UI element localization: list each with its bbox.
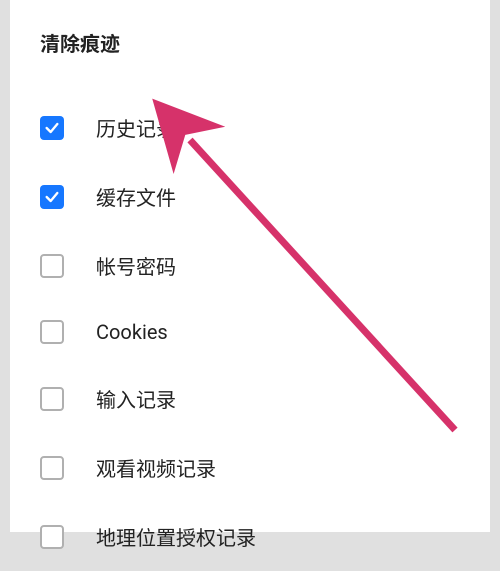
panel-title: 清除痕迹 [40,28,460,57]
checkbox-checked-icon[interactable] [40,185,64,209]
option-label: 输入记录 [96,384,176,413]
option-label: 帐号密码 [96,251,176,280]
option-row-5[interactable]: 观看视频记录 [40,433,460,502]
option-label: 地理位置授权记录 [96,522,256,551]
options-list: 历史记录缓存文件帐号密码 Cookies 输入记录观看视频记录地理位置授权记录 [40,93,460,571]
checkbox-unchecked-icon[interactable] [40,456,64,480]
checkbox-unchecked-icon[interactable] [40,254,64,278]
option-row-6[interactable]: 地理位置授权记录 [40,502,460,571]
option-label: 缓存文件 [96,182,176,211]
clear-traces-panel: 清除痕迹 历史记录缓存文件帐号密码Cookies输入记录观看视频记录地理位置授权… [10,0,490,532]
checkbox-checked-icon[interactable] [40,116,64,140]
checkbox-unchecked-icon[interactable] [40,320,64,344]
option-row-3[interactable]: Cookies [40,300,460,364]
checkbox-unchecked-icon[interactable] [40,387,64,411]
checkbox-unchecked-icon[interactable] [40,525,64,549]
option-label: 观看视频记录 [96,453,216,482]
option-row-0[interactable]: 历史记录 [40,93,460,162]
option-label: 历史记录 [96,113,176,142]
option-row-2[interactable]: 帐号密码 [40,231,460,300]
option-label: Cookies [96,320,168,344]
option-row-1[interactable]: 缓存文件 [40,162,460,231]
option-row-4[interactable]: 输入记录 [40,364,460,433]
